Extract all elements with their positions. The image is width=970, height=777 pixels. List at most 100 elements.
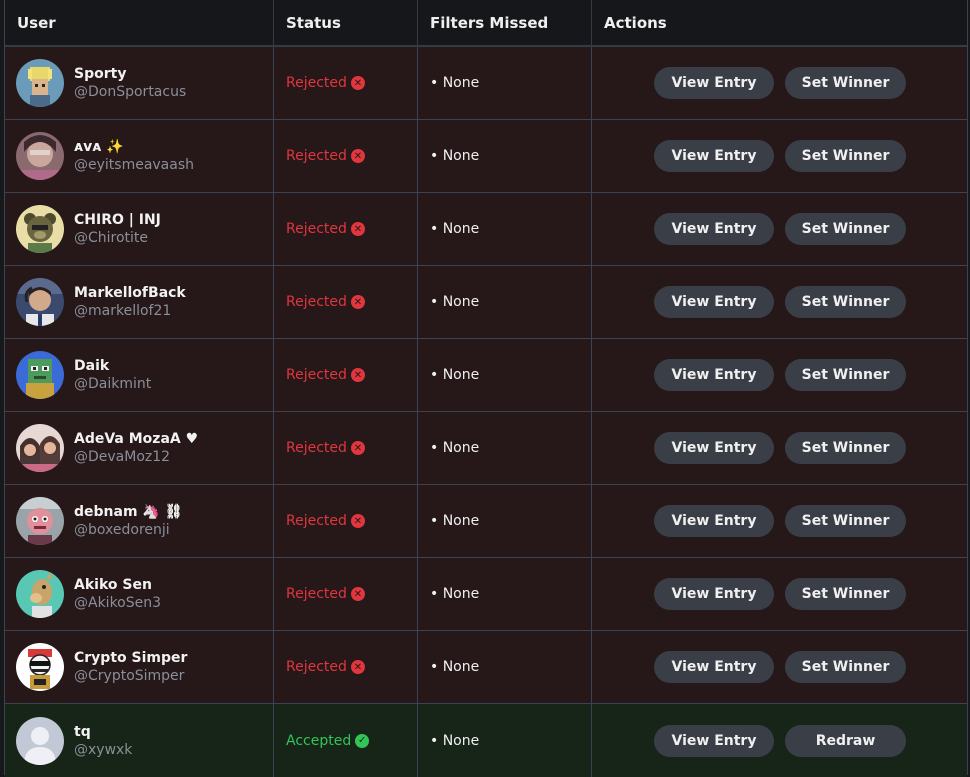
status-cell: Rejected ✕ bbox=[274, 558, 418, 630]
user-name[interactable]: Daik bbox=[74, 357, 151, 375]
x-circle-icon: ✕ bbox=[350, 441, 365, 455]
user-handle[interactable]: @xywxk bbox=[74, 741, 132, 759]
user-name[interactable]: CHIRO | INJ bbox=[74, 211, 161, 229]
user-handle[interactable]: @Daikmint bbox=[74, 375, 151, 393]
user-cell: ᴀᴠᴀ ✨ @eyitsmeavaash bbox=[5, 120, 274, 192]
status-cell: Rejected ✕ bbox=[274, 485, 418, 557]
user-names: Crypto Simper @CryptoSimper bbox=[74, 649, 187, 685]
table-header: User Status Filters Missed Actions bbox=[5, 0, 967, 47]
avatar[interactable] bbox=[16, 424, 64, 472]
set-winner-button[interactable]: Set Winner bbox=[785, 651, 906, 683]
avatar[interactable] bbox=[16, 570, 64, 618]
user-name[interactable]: AdeVa MozaA ♥ bbox=[74, 430, 198, 448]
avatar[interactable] bbox=[16, 716, 64, 765]
user-name[interactable]: tq bbox=[74, 723, 132, 741]
filters-missed-text: • None bbox=[430, 586, 480, 602]
avatar[interactable] bbox=[16, 643, 64, 691]
user-names: ᴀᴠᴀ ✨ @eyitsmeavaash bbox=[74, 138, 194, 174]
filters-cell: • None bbox=[418, 485, 592, 557]
filters-cell: • None bbox=[418, 47, 592, 119]
status-text: Rejected bbox=[286, 440, 347, 456]
status-text: Rejected bbox=[286, 513, 347, 529]
avatar[interactable] bbox=[16, 351, 64, 399]
column-header-actions: Actions bbox=[604, 13, 667, 32]
set-winner-button[interactable]: Set Winner bbox=[785, 432, 906, 464]
status-text: Rejected bbox=[286, 659, 347, 675]
user-cell: Daik @Daikmint bbox=[5, 339, 274, 411]
view-entry-button[interactable]: View Entry bbox=[654, 286, 774, 318]
user-handle[interactable]: @eyitsmeavaash bbox=[74, 156, 194, 174]
user-cell: Sporty @DonSportacus bbox=[5, 47, 274, 119]
check-circle-icon: ✓ bbox=[355, 733, 370, 748]
avatar[interactable] bbox=[16, 205, 64, 253]
status-text: Rejected bbox=[286, 294, 347, 310]
user-handle[interactable]: @Chirotite bbox=[74, 229, 161, 247]
status-cell: Rejected ✕ bbox=[274, 47, 418, 119]
user-name[interactable]: debnam 🦄 ⛓ bbox=[74, 503, 183, 521]
view-entry-button[interactable]: View Entry bbox=[654, 432, 774, 464]
user-cell: Crypto Simper @CryptoSimper bbox=[5, 631, 274, 703]
user-name[interactable]: MarkellofBack bbox=[74, 284, 186, 302]
view-entry-button[interactable]: View Entry bbox=[654, 140, 774, 172]
table-row: Crypto Simper @CryptoSimper Rejected ✕ • Non… bbox=[5, 631, 967, 704]
avatar[interactable] bbox=[16, 132, 64, 180]
actions-cell: View Entry Set Winner bbox=[592, 412, 967, 484]
user-cell: CHIRO | INJ @Chirotite bbox=[5, 193, 274, 265]
table-row: AdeVa MozaA ♥ @DevaMoz12 Rejected ✕ • None Vi… bbox=[5, 412, 967, 485]
status-cell: Rejected ✕ bbox=[274, 266, 418, 338]
column-header-user: User bbox=[5, 0, 274, 45]
avatar[interactable] bbox=[16, 497, 64, 545]
view-entry-button[interactable]: View Entry bbox=[654, 505, 774, 537]
avatar[interactable] bbox=[16, 278, 64, 326]
user-cell: tq @xywxk bbox=[5, 704, 274, 777]
user-name[interactable]: Sporty bbox=[74, 65, 186, 83]
user-handle[interactable]: @DonSportacus bbox=[74, 83, 186, 101]
actions-cell: View Entry Redraw bbox=[592, 704, 967, 777]
set-winner-button[interactable]: Set Winner bbox=[785, 213, 906, 245]
filters-cell: • None bbox=[418, 339, 592, 411]
status-cell: Accepted ✓ bbox=[274, 704, 418, 777]
filters-cell: • None bbox=[418, 558, 592, 630]
filters-cell: • None bbox=[418, 704, 592, 777]
set-winner-button[interactable]: Set Winner bbox=[785, 505, 906, 537]
set-winner-button[interactable]: Set Winner bbox=[785, 578, 906, 610]
filters-cell: • None bbox=[418, 120, 592, 192]
filters-missed-text: • None bbox=[430, 294, 480, 310]
redraw-button[interactable]: Redraw bbox=[785, 724, 906, 757]
user-names: AdeVa MozaA ♥ @DevaMoz12 bbox=[74, 430, 198, 466]
user-names: CHIRO | INJ @Chirotite bbox=[74, 211, 161, 247]
filters-cell: • None bbox=[418, 266, 592, 338]
actions-cell: View Entry Set Winner bbox=[592, 193, 967, 265]
set-winner-button[interactable]: Set Winner bbox=[785, 359, 906, 391]
set-winner-button[interactable]: Set Winner bbox=[785, 67, 906, 99]
user-name[interactable]: Crypto Simper bbox=[74, 649, 187, 667]
actions-cell: View Entry Set Winner bbox=[592, 47, 967, 119]
avatar[interactable] bbox=[16, 59, 64, 107]
user-handle[interactable]: @boxedorenji bbox=[74, 521, 183, 539]
filters-missed-text: • None bbox=[430, 148, 480, 164]
view-entry-button[interactable]: View Entry bbox=[654, 651, 774, 683]
filters-missed-text: • None bbox=[430, 367, 480, 383]
status-cell: Rejected ✕ bbox=[274, 631, 418, 703]
view-entry-button[interactable]: View Entry bbox=[654, 67, 774, 99]
status-text: Accepted bbox=[286, 732, 352, 749]
view-entry-button[interactable]: View Entry bbox=[654, 359, 774, 391]
user-handle[interactable]: @AkikoSen3 bbox=[74, 594, 161, 612]
set-winner-button[interactable]: Set Winner bbox=[785, 140, 906, 172]
view-entry-button[interactable]: View Entry bbox=[654, 213, 774, 245]
user-cell: MarkellofBack @markellof21 bbox=[5, 266, 274, 338]
x-circle-icon: ✕ bbox=[350, 149, 365, 163]
x-circle-icon: ✕ bbox=[350, 660, 365, 674]
user-name[interactable]: ᴀᴠᴀ ✨ bbox=[74, 138, 194, 156]
user-handle[interactable]: @CryptoSimper bbox=[74, 667, 187, 685]
table-body: Sporty @DonSportacus Rejected ✕ • None View E… bbox=[5, 47, 967, 777]
user-names: MarkellofBack @markellof21 bbox=[74, 284, 186, 320]
view-entry-button[interactable]: View Entry bbox=[654, 578, 774, 610]
user-handle[interactable]: @DevaMoz12 bbox=[74, 448, 198, 466]
view-entry-button[interactable]: View Entry bbox=[654, 724, 774, 757]
set-winner-button[interactable]: Set Winner bbox=[785, 286, 906, 318]
user-cell: debnam 🦄 ⛓ @boxedorenji bbox=[5, 485, 274, 557]
user-name[interactable]: Akiko Sen bbox=[74, 576, 161, 594]
column-header-filters: Filters Missed bbox=[418, 0, 592, 45]
user-handle[interactable]: @markellof21 bbox=[74, 302, 186, 320]
